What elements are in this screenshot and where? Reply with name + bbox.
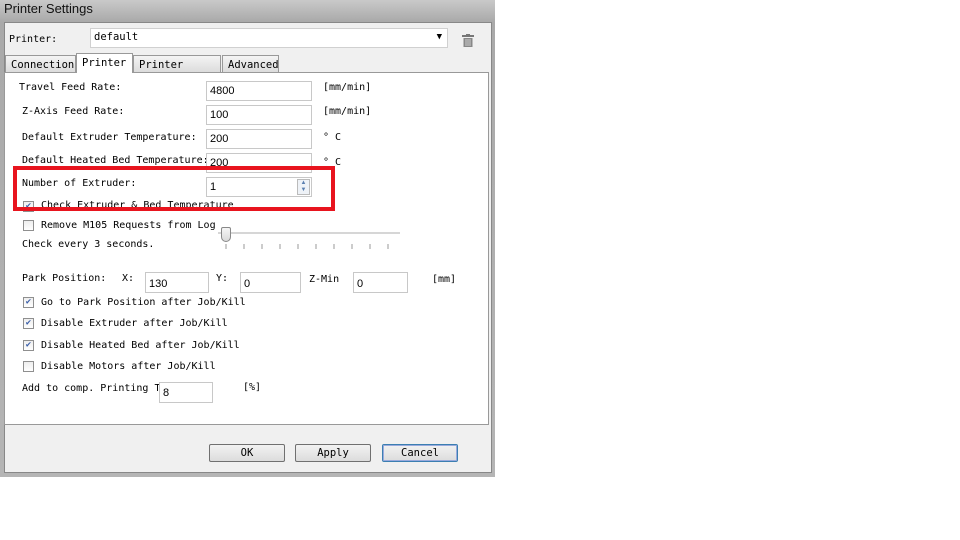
- check-every-label: Check every 3 seconds.: [22, 239, 155, 250]
- extruder-temp-input[interactable]: 200: [206, 129, 312, 149]
- cancel-button[interactable]: Cancel: [382, 444, 458, 462]
- disable-bed-label: Disable Heated Bed after Job/Kill: [41, 340, 240, 351]
- window-title: Printer Settings: [4, 1, 93, 16]
- comp-unit: [%]: [243, 382, 262, 393]
- park-x-input[interactable]: 130: [145, 272, 209, 293]
- park-after-job-label: Go to Park Position after Job/Kill: [41, 297, 246, 308]
- park-z-input[interactable]: 0: [353, 272, 408, 293]
- bed-temp-label: Default Heated Bed Temperature:: [22, 155, 209, 166]
- tab-printer[interactable]: Printer: [76, 53, 133, 73]
- highlight-box: [13, 166, 335, 211]
- apply-button[interactable]: Apply: [295, 444, 371, 462]
- travel-feed-unit: [mm/min]: [323, 82, 372, 93]
- printer-select[interactable]: default ▼: [90, 28, 448, 48]
- slider-ticks: [225, 244, 389, 249]
- tab-advanced[interactable]: Advanced: [222, 55, 279, 72]
- disable-extruder-label: Disable Extruder after Job/Kill: [41, 318, 228, 329]
- disable-extruder-checkbox[interactable]: ✔: [23, 318, 34, 329]
- ok-button[interactable]: OK: [209, 444, 285, 462]
- travel-feed-label: Travel Feed Rate:: [19, 82, 122, 93]
- z-feed-unit: [mm/min]: [323, 106, 372, 117]
- park-x-label: X:: [122, 273, 135, 284]
- printer-label: Printer:: [9, 34, 58, 45]
- extruder-temp-unit: ° C: [323, 132, 342, 143]
- z-feed-label: Z-Axis Feed Rate:: [22, 106, 125, 117]
- park-y-input[interactable]: 0: [240, 272, 301, 293]
- park-after-job-checkbox[interactable]: ✔: [23, 297, 34, 308]
- disable-motors-label: Disable Motors after Job/Kill: [41, 361, 216, 372]
- tab-connection[interactable]: Connection: [5, 55, 76, 72]
- remove-m105-checkbox[interactable]: [23, 220, 34, 231]
- travel-feed-input[interactable]: 4800: [206, 81, 312, 101]
- comp-label: Add to comp. Printing T: [22, 383, 161, 394]
- disable-motors-checkbox[interactable]: [23, 361, 34, 372]
- tab-printer-shape[interactable]: Printer Shape: [133, 55, 221, 83]
- z-feed-input[interactable]: 100: [206, 105, 312, 125]
- comp-input[interactable]: 8: [159, 382, 213, 403]
- trash-icon[interactable]: [462, 34, 474, 47]
- park-label: Park Position:: [22, 273, 107, 284]
- chevron-down-icon: ▼: [436, 32, 442, 42]
- park-y-label: Y:: [216, 273, 229, 284]
- extruder-temp-label: Default Extruder Temperature:: [22, 132, 197, 143]
- park-z-label: Z-Min: [309, 274, 340, 285]
- check-interval-slider[interactable]: [218, 232, 400, 235]
- remove-m105-label: Remove M105 Requests from Log: [41, 220, 216, 231]
- disable-bed-checkbox[interactable]: ✔: [23, 340, 34, 351]
- park-unit: [mm]: [432, 274, 457, 285]
- slider-thumb[interactable]: [221, 227, 231, 242]
- printer-select-value: default: [94, 31, 139, 43]
